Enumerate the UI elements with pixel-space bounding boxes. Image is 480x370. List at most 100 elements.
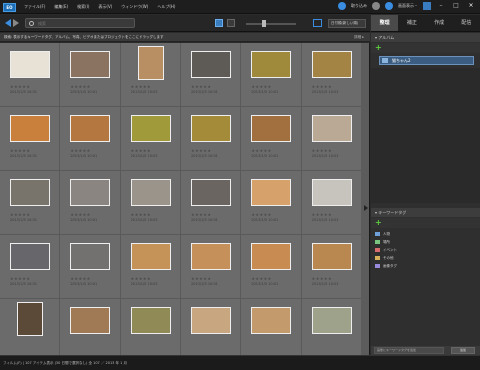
rating-stars[interactable]: ★★★★★ [10, 276, 30, 281]
menu-item[interactable]: ヘルプ(H) [157, 3, 175, 11]
rating-stars[interactable]: ★★★★★ [251, 276, 271, 281]
maximize-button[interactable]: □ [451, 2, 461, 10]
menu-item[interactable]: 検索(I) [77, 3, 89, 11]
add-tag-icon[interactable]: + [375, 219, 383, 227]
tab-3[interactable]: 配信 [453, 15, 480, 31]
rating-stars[interactable]: ★★★★★ [312, 276, 332, 281]
photo-thumbnail[interactable] [10, 51, 50, 78]
thumbnail-cell[interactable]: ★★★★★ 2013/1/5 10:01 [180, 43, 242, 107]
rating-stars[interactable]: ★★★★★ [131, 212, 151, 217]
thumbnail-cell[interactable]: ★★★★★ 2013/1/5 10:01 [301, 171, 362, 235]
thumbnail-cell[interactable]: ★★★★★ 2013/1/5 10:01 [60, 43, 121, 107]
photo-thumbnail[interactable] [190, 51, 231, 78]
thumbnail-cell[interactable]: ★★★★★ 2013/1/5 10:01 [60, 235, 121, 299]
photo-thumbnail[interactable] [190, 307, 231, 334]
thumbnail-cell[interactable]: ★★★★★ 2013/1/5 10:01 [241, 235, 302, 299]
thumbnail-cell[interactable] [181, 299, 242, 355]
thumbnail-cell[interactable]: ★★★★★ 2013/1/5 10:01 [0, 171, 61, 235]
thumbnail-cell[interactable]: ★★★★★ 2013/1/5 10:01 [120, 107, 181, 171]
home-icon[interactable] [423, 2, 431, 10]
photo-thumbnail[interactable] [130, 307, 171, 334]
rating-stars[interactable]: ★★★★★ [131, 276, 151, 281]
photo-thumbnail[interactable] [251, 115, 292, 142]
thumbnail-cell[interactable] [241, 299, 302, 355]
photo-thumbnail[interactable] [10, 179, 50, 206]
thumbnail-cell[interactable]: ★★★★★ 2013/1/5 10:01 [0, 107, 61, 171]
photo-thumbnail[interactable] [311, 243, 352, 270]
tag-row[interactable]: イベント [375, 246, 475, 254]
rating-stars[interactable]: ★★★★★ [312, 84, 332, 89]
photo-thumbnail[interactable] [251, 51, 292, 78]
thumbnail-cell[interactable]: ★★★★★ 2013/1/5 10:01 [241, 107, 302, 171]
rating-stars[interactable]: ★★★★★ [10, 212, 30, 217]
tab-0[interactable]: 整理 [371, 15, 399, 31]
thumbnail-cell[interactable]: ★★★★★ 2013/1/5 10:01 [180, 235, 242, 299]
tag-row[interactable]: 画像タグ [375, 262, 475, 270]
thumbnail-cell[interactable]: ★★★★★ 2013/1/5 10:01 [301, 43, 362, 107]
rating-stars[interactable]: ★★★★★ [10, 84, 30, 89]
photo-thumbnail[interactable] [70, 179, 111, 206]
rating-stars[interactable]: ★★★★★ [251, 212, 271, 217]
photo-thumbnail[interactable] [190, 179, 231, 206]
minimize-button[interactable]: – [436, 2, 446, 10]
thumbnail-cell[interactable]: ★★★★★ 2013/1/5 10:01 [301, 235, 362, 299]
rating-stars[interactable]: ★★★★★ [70, 212, 90, 217]
thumbnail-cell[interactable]: ★★★★★ 2013/1/5 10:01 [60, 107, 121, 171]
tag-row[interactable]: 場所 [375, 238, 475, 246]
album-item[interactable]: 猫ちゃん2 [379, 56, 474, 65]
tag-row[interactable]: 人物 [375, 230, 475, 238]
close-button[interactable]: × [466, 2, 476, 10]
refresh-icon[interactable] [372, 2, 380, 10]
thumbnail-cell[interactable] [60, 299, 121, 355]
rating-stars[interactable]: ★★★★★ [312, 148, 332, 153]
rating-stars[interactable]: ★★★★★ [191, 84, 211, 89]
photo-thumbnail[interactable] [311, 51, 352, 78]
photo-thumbnail[interactable] [130, 243, 171, 270]
add-album-icon[interactable]: + [375, 44, 383, 52]
photo-thumbnail[interactable] [190, 115, 231, 142]
thumbnail-cell[interactable]: ★★★★★ 2013/1/5 10:01 [301, 107, 362, 171]
photo-thumbnail[interactable] [137, 46, 164, 80]
list-view-icon[interactable] [227, 19, 235, 27]
add-tag-button[interactable]: 追加 [451, 347, 475, 354]
rating-stars[interactable]: ★★★★★ [70, 276, 90, 281]
thumbnail-cell[interactable]: ★★★★★ 2013/1/5 10:01 [180, 171, 242, 235]
photo-thumbnail[interactable] [70, 307, 111, 334]
photo-thumbnail[interactable] [311, 307, 352, 334]
forward-arrow-icon[interactable] [13, 19, 19, 27]
thumbnail-size-slider[interactable] [246, 23, 296, 25]
tag-input[interactable]: 画像にキーワードタグを追加 [374, 347, 444, 354]
menu-item[interactable]: 編集(E) [54, 3, 68, 11]
photo-thumbnail[interactable] [311, 115, 352, 142]
photo-thumbnail[interactable] [70, 51, 111, 78]
slider-thumb[interactable] [262, 20, 266, 27]
grid-view-icon[interactable] [215, 19, 223, 27]
thumbnail-cell[interactable]: ★★★★★ 2013/1/5 10:01 [180, 107, 242, 171]
back-arrow-icon[interactable] [5, 19, 11, 27]
thumbnail-cell[interactable]: ★★★★★ 2013/1/5 10:01 [60, 171, 121, 235]
grid-scrollbar[interactable] [361, 43, 369, 355]
rating-stars[interactable]: ★★★★★ [191, 276, 211, 281]
photo-thumbnail[interactable] [70, 115, 111, 142]
rating-stars[interactable]: ★★★★★ [251, 84, 271, 89]
keyword-tags-header[interactable]: ▾ キーワードタグ [371, 208, 480, 217]
details-toggle[interactable]: 詳細 ▸ [354, 34, 364, 41]
display-icon[interactable] [385, 2, 393, 10]
thumbnail-cell[interactable]: ★★★★★ 2013/1/5 10:01 [0, 235, 61, 299]
menu-item[interactable]: ウィンドウ(W) [121, 3, 148, 11]
photo-thumbnail[interactable] [10, 115, 50, 142]
thumbnail-cell[interactable] [302, 299, 362, 355]
rating-stars[interactable]: ★★★★★ [191, 212, 211, 217]
menu-item[interactable]: 表示(V) [98, 3, 112, 11]
thumbnail-cell[interactable]: ★★★★★ 2013/1/5 10:01 [241, 43, 302, 107]
rating-stars[interactable]: ★★★★★ [251, 148, 271, 153]
rating-stars[interactable]: ★★★★★ [70, 148, 90, 153]
thumbnail-cell[interactable]: ★★★★★ 2013/1/5 10:01 [241, 171, 302, 235]
search-input[interactable] [38, 19, 128, 27]
tab-1[interactable]: 補正 [398, 15, 425, 31]
photo-thumbnail[interactable] [311, 179, 352, 206]
thumbnail-cell[interactable]: ★★★★★ 2013/1/5 10:01 [120, 43, 181, 107]
thumbnail-cell[interactable] [0, 299, 61, 355]
thumbnail-cell[interactable]: ★★★★★ 2013/1/5 10:01 [120, 235, 181, 299]
photo-thumbnail[interactable] [251, 307, 292, 334]
